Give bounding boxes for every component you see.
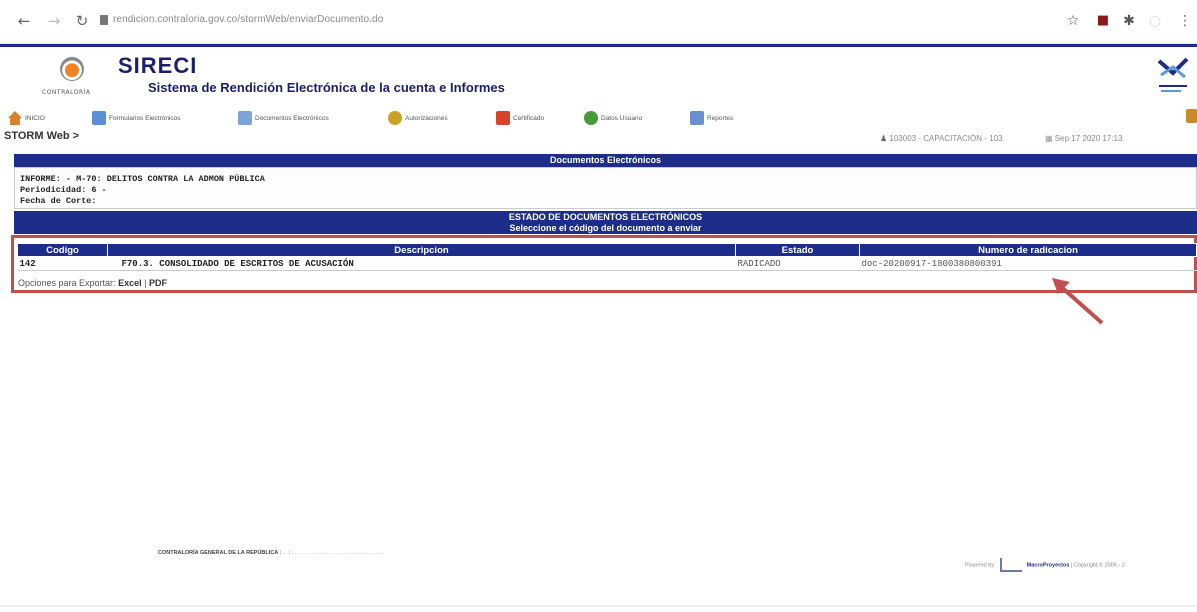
keys-icon (388, 111, 402, 125)
menu-item-formularios[interactable]: Formularios Electrónicos (92, 110, 181, 126)
menu-item-inicio[interactable]: INICIO (8, 110, 45, 126)
browser-toolbar: ← → ↻ rendicion.contraloria.gov.co/storm… (0, 0, 1197, 44)
export-pdf-link[interactable]: PDF (149, 278, 167, 288)
footer-powered: Powered by: MacroProyectos | Copyright ©… (965, 558, 1125, 572)
menu-item-salir[interactable] (1186, 108, 1197, 124)
table-row[interactable]: 142 F70.3. CONSOLIDADO DE ESCRITOS DE AC… (17, 256, 1197, 271)
reports-icon (690, 111, 704, 125)
page-bottom-divider (0, 605, 1197, 607)
address-bar[interactable]: rendicion.contraloria.gov.co/stormWeb/en… (113, 14, 383, 25)
puzzle-icon[interactable]: ✱ (1120, 12, 1138, 30)
estado-title: ESTADO DE DOCUMENTOS ELECTRÓNICOS (508, 212, 703, 222)
app-subtitle: Sistema de Rendición Electrónica de la c… (148, 80, 505, 95)
col-estado[interactable]: Estado (735, 243, 860, 257)
periodicidad-label: Periodicidad: 6 - (20, 185, 107, 195)
home-icon (8, 111, 22, 125)
export-excel-link[interactable]: Excel (118, 278, 142, 288)
user-data-icon (584, 111, 598, 125)
col-radicacion[interactable]: Numero de radicacion (859, 243, 1197, 257)
cell-radicacion: doc-20200917-1800380800391 (859, 256, 1197, 271)
certificate-icon (496, 111, 510, 125)
reload-icon[interactable]: ↻ (72, 11, 92, 31)
cell-codigo[interactable]: 142 (17, 256, 108, 271)
star-icon[interactable]: ☆ (1064, 12, 1082, 30)
menu-item-reportes[interactable]: Reportes (690, 110, 733, 126)
user-icon: ♟ (880, 134, 888, 143)
fecha-corte-label: Fecha de Corte: (20, 196, 97, 206)
menu-item-datos-usuario[interactable]: Datos Usuario (584, 110, 642, 126)
extension-icon[interactable]: ■ (1094, 12, 1112, 30)
menu-item-documentos[interactable]: Documentos Electrónicos (238, 110, 329, 126)
col-descripcion[interactable]: Descripcion (107, 243, 736, 257)
storm-logo-icon (1157, 57, 1189, 92)
exit-icon (1186, 109, 1197, 123)
app-header: CONTRALORÍA SIRECI Sistema de Rendición … (0, 44, 1197, 106)
menu-item-autorizaciones[interactable]: Autorizaciones (388, 110, 448, 126)
forms-icon (92, 111, 106, 125)
documents-table: Codigo Descripcion Estado Numero de radi… (17, 243, 1197, 271)
lock-icon (100, 15, 108, 25)
menu-item-certificado[interactable]: Certificado (496, 110, 544, 126)
estado-header: ESTADO DE DOCUMENTOS ELECTRÓNICOS Selecc… (14, 211, 1197, 234)
export-options: Opciones para Exportar: Excel | PDF (18, 278, 167, 288)
footer-org: CONTRALORÍA GENERAL DE LA REPÚBLICA | ..… (158, 550, 384, 556)
session-date: ▦ Sep 17 2020 17:13 (1045, 134, 1123, 143)
section-title-documentos: Documentos Electrónicos (14, 154, 1197, 167)
annotation-arrow-icon (1052, 278, 1104, 325)
arrow-left-icon[interactable]: ← (14, 11, 34, 31)
documents-table-highlight: Codigo Descripcion Estado Numero de radi… (11, 235, 1197, 293)
cell-descripcion: F70.3. CONSOLIDADO DE ESCRITOS DE ACUSAC… (107, 256, 736, 271)
menu-icon[interactable]: ⋮ (1176, 12, 1194, 30)
macroproyectos-logo-icon (1000, 558, 1023, 572)
footer-brand[interactable]: MacroProyectos (1027, 562, 1070, 568)
app-title: SIRECI (118, 53, 198, 78)
documents-icon (238, 111, 252, 125)
estado-subtitle: Seleccione el código del documento a env… (509, 223, 702, 233)
profile-icon[interactable]: ○ (1146, 12, 1164, 30)
col-codigo[interactable]: Codigo (17, 243, 108, 257)
cell-estado: RADICADO (735, 256, 860, 271)
informe-label: INFORME: - M-70: DELITOS CONTRA LA ADMON… (20, 174, 265, 184)
calendar-icon: ▦ (1045, 134, 1053, 143)
breadcrumb[interactable]: STORM Web > (4, 130, 79, 142)
session-user: ♟ 103003 - CAPACITACIÓN - 103 (880, 134, 1003, 143)
main-menu: INICIO Formularios Electrónicos Document… (0, 106, 1197, 128)
arrow-right-icon[interactable]: → (44, 11, 64, 31)
contraloria-logo: CONTRALORÍA (30, 51, 110, 107)
